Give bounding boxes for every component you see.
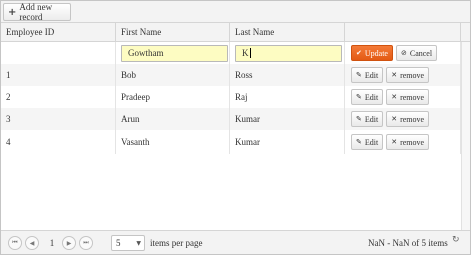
table-row: 3 Arun Kumar ✎ Edit ✕ remove <box>1 108 470 130</box>
next-page-icon: ▶ <box>66 239 72 247</box>
first-name-value: Gowtham <box>128 48 164 58</box>
refresh-icon[interactable]: ↻ <box>452 235 460 245</box>
edit-row: Gowtham K ✔ Update ⊘ Cancel <box>1 42 470 64</box>
table-row: 2 Pradeep Raj ✎ Edit ✕ remove <box>1 86 470 108</box>
edit-row-id-cell <box>1 42 116 64</box>
row-actions-cell: ✎ Edit ✕ remove <box>345 108 461 130</box>
last-name-cell: Kumar <box>230 130 345 154</box>
chevron-down-icon: ▼ <box>136 240 141 247</box>
add-new-record-button[interactable]: + Add new record <box>3 2 71 22</box>
row-actions-cell: ✎ Edit ✕ remove <box>345 64 461 86</box>
close-icon: ✕ <box>391 93 398 101</box>
close-icon: ✕ <box>391 138 398 146</box>
edit-row-last-name-cell: K <box>230 42 345 64</box>
last-name-cell: Ross <box>230 64 345 86</box>
update-label: Update <box>364 48 388 58</box>
remove-label: remove <box>400 92 425 102</box>
employee-id-cell: 4 <box>1 130 116 154</box>
employee-id-cell: 3 <box>1 108 116 130</box>
edit-button[interactable]: ✎ Edit <box>351 67 384 83</box>
vertical-scrollbar[interactable] <box>461 42 470 230</box>
remove-button[interactable]: ✕ remove <box>386 111 430 127</box>
check-icon: ✔ <box>356 49 362 57</box>
first-name-input[interactable]: Gowtham <box>121 44 228 62</box>
edit-row-actions-cell: ✔ Update ⊘ Cancel <box>345 42 461 64</box>
grid-header: Employee ID First Name Last Name <box>1 23 470 42</box>
cancel-icon: ⊘ <box>400 49 407 57</box>
first-name-cell: Vasanth <box>116 130 230 154</box>
remove-label: remove <box>400 114 425 124</box>
remove-label: remove <box>400 137 425 147</box>
column-header-first-name[interactable]: First Name <box>116 23 230 42</box>
pencil-icon: ✎ <box>356 93 362 101</box>
first-name-cell: Arun <box>116 108 230 130</box>
column-header-last-name[interactable]: Last Name <box>230 23 345 42</box>
row-actions-cell: ✎ Edit ✕ remove <box>345 86 461 108</box>
remove-button[interactable]: ✕ remove <box>386 134 430 150</box>
remove-button[interactable]: ✕ remove <box>386 67 430 83</box>
table-row: 1 Bob Ross ✎ Edit ✕ remove <box>1 64 470 86</box>
last-name-cell: Kumar <box>230 108 345 130</box>
employee-id-cell: 2 <box>1 86 116 108</box>
pencil-icon: ✎ <box>356 71 362 79</box>
last-name-cell: Raj <box>230 86 345 108</box>
last-page-button[interactable]: ⏭ <box>79 236 93 250</box>
page-size-value: 5 <box>116 238 121 248</box>
add-new-record-label: Add new record <box>19 2 53 22</box>
row-actions-cell: ✎ Edit ✕ remove <box>345 130 461 154</box>
cancel-label: Cancel <box>409 48 433 58</box>
edit-button[interactable]: ✎ Edit <box>351 111 384 127</box>
current-page-number[interactable]: 1 <box>47 236 57 250</box>
first-page-icon: ⏮ <box>12 239 18 246</box>
cancel-button[interactable]: ⊘ Cancel <box>395 45 438 61</box>
update-button[interactable]: ✔ Update <box>351 45 393 61</box>
text-caret <box>249 48 251 58</box>
page-size-select[interactable]: 5 ▼ <box>111 235 145 251</box>
edit-button[interactable]: ✎ Edit <box>351 89 384 105</box>
remove-label: remove <box>400 70 425 80</box>
table-row: 4 Vasanth Kumar ✎ Edit ✕ remove <box>1 130 470 154</box>
plus-icon: + <box>8 6 17 18</box>
column-header-employee-id[interactable]: Employee ID <box>1 23 116 42</box>
previous-page-button[interactable]: ◀ <box>25 236 39 250</box>
column-header-actions <box>345 23 461 42</box>
items-per-page-label: items per page <box>150 238 203 248</box>
edit-button[interactable]: ✎ Edit <box>351 134 384 150</box>
pencil-icon: ✎ <box>356 138 362 146</box>
employee-grid: + Add new record Employee ID First Name … <box>0 0 471 255</box>
remove-button[interactable]: ✕ remove <box>386 89 430 105</box>
pencil-icon: ✎ <box>356 115 362 123</box>
edit-label: Edit <box>364 137 379 147</box>
first-name-cell: Pradeep <box>116 86 230 108</box>
edit-label: Edit <box>364 70 379 80</box>
next-page-button[interactable]: ▶ <box>62 236 76 250</box>
first-page-button[interactable]: ⏮ <box>8 236 22 250</box>
grid-toolbar: + Add new record <box>1 1 470 23</box>
edit-row-first-name-cell: Gowtham <box>116 42 230 64</box>
last-name-input[interactable]: K <box>235 44 342 62</box>
pager-info: NaN - NaN of 5 items <box>368 238 448 248</box>
employee-id-cell: 1 <box>1 64 116 86</box>
last-name-value: K <box>242 48 249 58</box>
close-icon: ✕ <box>391 115 398 123</box>
close-icon: ✕ <box>391 71 398 79</box>
grid-pager: ⏮ ◀ 1 ▶ ⏭ 5 ▼ items per page NaN - NaN o… <box>1 230 470 254</box>
last-page-icon: ⏭ <box>83 239 89 246</box>
previous-page-icon: ◀ <box>29 239 35 247</box>
edit-label: Edit <box>364 92 379 102</box>
first-name-cell: Bob <box>116 64 230 86</box>
edit-label: Edit <box>364 114 379 124</box>
